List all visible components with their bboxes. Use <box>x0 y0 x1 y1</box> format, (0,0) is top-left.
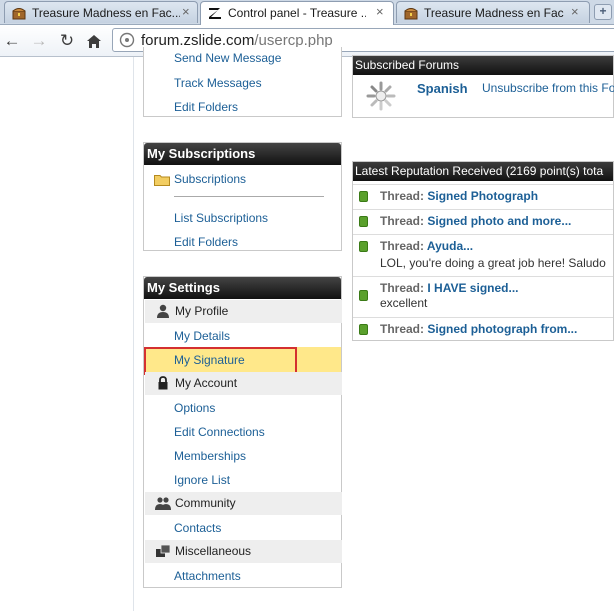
tab-treasure-madness-1[interactable]: Treasure Madness en Fac... × <box>4 1 198 23</box>
section-label: My Account <box>175 376 238 390</box>
tab-close-icon[interactable]: × <box>376 5 384 19</box>
thread-link[interactable]: Signed photo and more... <box>427 214 571 228</box>
reputation-title: Latest Reputation Received (2169 point(s… <box>353 162 613 181</box>
section-label: My Profile <box>175 304 229 318</box>
treasure-chest-icon <box>404 8 418 20</box>
back-arrow-icon[interactable]: ← <box>2 31 22 51</box>
page-content: Send New Message Track Messages Edit Fol… <box>0 47 614 611</box>
subscriptions-block: My Subscriptions Subscriptions List Subs… <box>143 142 342 251</box>
folder-icon <box>154 175 170 186</box>
subscribed-forums-box: Subscribed Forums Spanish Unsubscribe fr… <box>352 55 614 118</box>
reputation-comment: excellent <box>380 296 428 310</box>
left-gutter-divider <box>133 57 134 611</box>
thread-link[interactable]: I HAVE signed... <box>427 281 518 295</box>
track-messages-link[interactable]: Track Messages <box>174 76 262 90</box>
messages-block: Send New Message Track Messages Edit Fol… <box>143 47 342 117</box>
reputation-entry: Thread: Ayuda... <box>380 239 473 253</box>
lock-icon <box>158 376 168 390</box>
thread-prefix: Thread: <box>380 322 425 336</box>
windows-icon <box>156 544 171 557</box>
page-icon <box>119 32 135 48</box>
list-item: Thread: Signed photo and more... <box>353 209 613 234</box>
loading-spinner-icon <box>366 81 396 111</box>
tab-strip: Treasure Madness en Fac... × Control pan… <box>0 0 614 25</box>
settings-block: My Settings My Profile My Details My Sig… <box>143 276 342 588</box>
unsubscribe-link[interactable]: Unsubscribe from this Fo <box>482 81 614 95</box>
subscribed-forums-title: Subscribed Forums <box>353 56 613 75</box>
subscriptions-link[interactable]: Subscriptions <box>174 172 246 186</box>
section-my-account: My Account <box>145 372 342 395</box>
tab-close-icon[interactable]: × <box>571 5 579 19</box>
send-new-message-link[interactable]: Send New Message <box>174 51 281 65</box>
section-community: Community <box>145 492 342 515</box>
reputation-entry: Thread: I HAVE signed... <box>380 281 518 295</box>
reputation-positive-icon <box>359 290 368 301</box>
tab-close-icon[interactable]: × <box>182 5 190 19</box>
reputation-positive-icon <box>359 241 368 252</box>
user-icon <box>157 304 169 318</box>
forward-arrow-icon[interactable]: → <box>29 31 49 51</box>
section-miscellaneous: Miscellaneous <box>145 540 342 563</box>
list-subscriptions-link[interactable]: List Subscriptions <box>174 211 268 225</box>
section-label: Community <box>175 496 236 510</box>
group-icon <box>155 497 171 510</box>
list-item: Thread: Ayuda... LOL, you're doing a gre… <box>353 234 613 276</box>
reputation-entry: Thread: Signed Photograph <box>380 189 538 203</box>
reputation-box: Latest Reputation Received (2169 point(s… <box>352 161 614 341</box>
list-item: Thread: Signed Photograph <box>353 184 613 209</box>
forum-link-spanish[interactable]: Spanish <box>417 81 468 96</box>
reputation-entry: Thread: Signed photograph from... <box>380 322 577 336</box>
tab-title: Treasure Madness en Fac... <box>424 6 564 20</box>
new-tab-button[interactable]: + <box>594 4 612 20</box>
edit-folders-link[interactable]: Edit Folders <box>174 100 238 114</box>
home-icon[interactable] <box>86 34 102 49</box>
reputation-positive-icon <box>359 324 368 335</box>
zslide-logo-icon <box>209 8 221 19</box>
subscriptions-title: My Subscriptions <box>144 143 341 165</box>
ignore-list-link[interactable]: Ignore List <box>174 473 230 487</box>
my-details-link[interactable]: My Details <box>174 329 230 343</box>
thread-prefix: Thread: <box>380 239 425 253</box>
section-label: Miscellaneous <box>175 544 252 558</box>
thread-link[interactable]: Ayuda... <box>427 239 473 253</box>
tab-treasure-madness-2[interactable]: Treasure Madness en Fac... × <box>396 1 590 23</box>
memberships-link[interactable]: Memberships <box>174 449 246 463</box>
tab-control-panel[interactable]: Control panel - Treasure ... × <box>200 1 394 25</box>
treasure-chest-icon <box>12 8 26 20</box>
my-signature-link[interactable]: My Signature <box>174 353 245 367</box>
contacts-link[interactable]: Contacts <box>174 521 221 535</box>
edit-folders-link[interactable]: Edit Folders <box>174 235 238 249</box>
section-my-profile: My Profile <box>145 300 342 323</box>
list-item: Thread: I HAVE signed... excellent <box>353 276 613 317</box>
tab-title: Treasure Madness en Fac... <box>32 6 180 20</box>
edit-connections-link[interactable]: Edit Connections <box>174 425 265 439</box>
reputation-positive-icon <box>359 216 368 227</box>
options-link[interactable]: Options <box>174 401 215 415</box>
attachments-link[interactable]: Attachments <box>174 569 241 583</box>
thread-link[interactable]: Signed Photograph <box>427 189 538 203</box>
reputation-positive-icon <box>359 191 368 202</box>
reload-icon[interactable]: ↻ <box>57 31 77 51</box>
thread-prefix: Thread: <box>380 189 425 203</box>
tab-title: Control panel - Treasure ... <box>228 6 366 20</box>
reputation-comment: LOL, you're doing a great job here! Salu… <box>380 256 606 270</box>
thread-prefix: Thread: <box>380 214 425 228</box>
settings-title: My Settings <box>144 277 341 299</box>
divider <box>174 196 324 197</box>
thread-link[interactable]: Signed photograph from... <box>427 322 577 336</box>
list-item: Thread: Signed photograph from... <box>353 317 613 342</box>
thread-prefix: Thread: <box>380 281 425 295</box>
reputation-entry: Thread: Signed photo and more... <box>380 214 571 228</box>
